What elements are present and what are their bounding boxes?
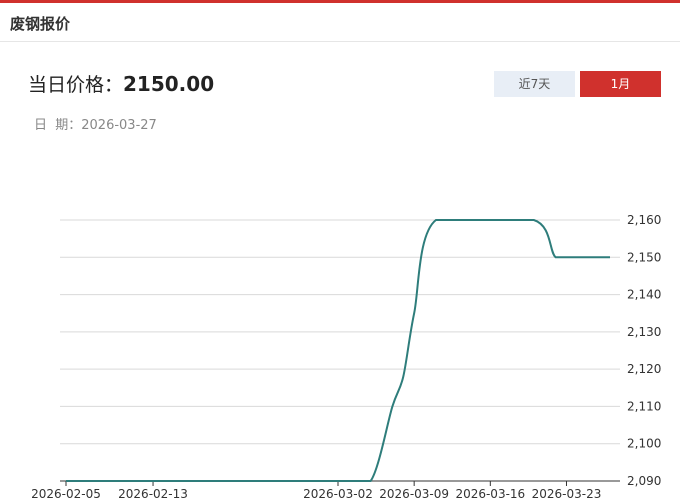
y-tick-label: 2,110	[627, 399, 661, 413]
y-tick-label: 2,130	[627, 325, 661, 339]
chart-grid	[60, 219, 620, 482]
x-tick-label: 2026-03-09	[379, 487, 449, 501]
y-tick-label: 2,150	[627, 250, 661, 264]
x-tick-label: 2026-02-05	[31, 487, 101, 501]
y-tick-label: 2,100	[627, 437, 661, 451]
price-series-line	[66, 218, 610, 483]
chart-axes: 2,090 2,100 2,110 2,120 2,130 2,140 2,150 2,160…	[31, 213, 661, 501]
y-tick-label: 2,120	[627, 362, 661, 376]
x-tick-label: 2026-03-02	[303, 487, 373, 501]
y-tick-label: 2,160	[627, 213, 661, 227]
y-tick-label: 2,140	[627, 288, 661, 302]
x-tick-label: 2026-03-23	[532, 487, 602, 501]
price-line-chart: 2,090 2,100 2,110 2,120 2,130 2,140 2,150 2,160…	[31, 213, 661, 501]
x-tick-label: 2026-02-13	[118, 487, 188, 501]
y-tick-label: 2,090	[627, 474, 661, 488]
x-tick-label: 2026-03-16	[455, 487, 525, 501]
chart-series	[65, 218, 611, 483]
